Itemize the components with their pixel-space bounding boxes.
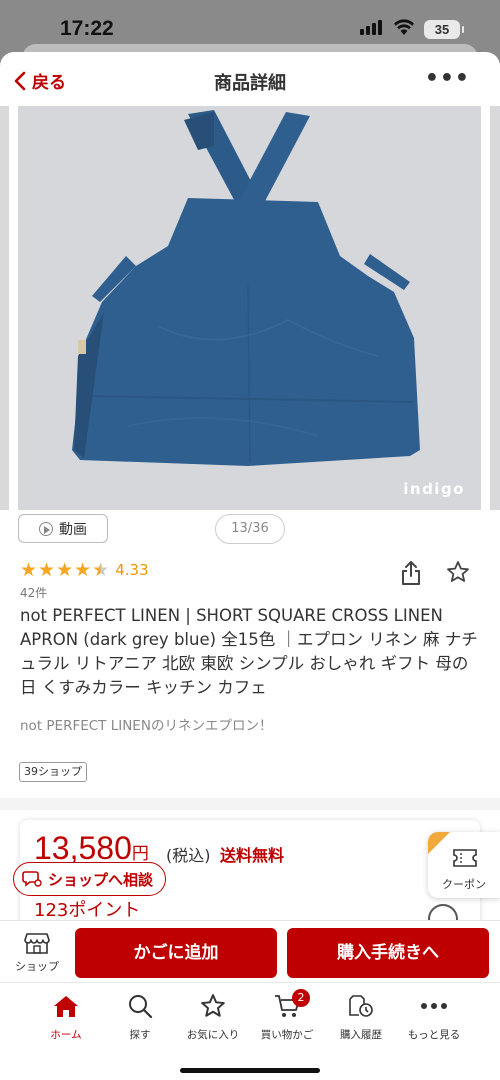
shop-tag-badge: 39ショップ (19, 762, 87, 782)
tab-label: ホーム (50, 1029, 82, 1041)
checkout-button[interactable]: 購入手続きへ (287, 928, 489, 978)
tab-search[interactable]: 探す (105, 991, 175, 1042)
tab-label: もっと見る (407, 1029, 461, 1041)
battery-icon: 35 (424, 20, 464, 39)
history-icon (349, 995, 373, 1017)
tab-favorites[interactable]: お気に入り (178, 991, 248, 1042)
signal-icon (360, 20, 382, 35)
ticket-icon (453, 849, 477, 867)
tab-label: 買い物かご (260, 1029, 314, 1041)
cart-badge: 2 (292, 989, 310, 1007)
coupon-button[interactable]: クーポン (428, 832, 500, 898)
video-label: 動画 (59, 521, 87, 538)
star-icon: ★ (74, 559, 92, 581)
section-divider (0, 798, 500, 810)
wifi-icon (393, 18, 415, 40)
add-to-cart-button[interactable]: かごに追加 (75, 928, 277, 978)
star-icon (201, 994, 225, 1017)
image-watermark: indigo (403, 480, 465, 498)
image-gallery[interactable]: indigo (0, 106, 500, 510)
shop-label: ショップ (15, 960, 59, 973)
rating-score: 4.33 (115, 561, 149, 579)
coupon-label: クーポン (442, 878, 486, 891)
more-menu-button[interactable]: ••• (425, 66, 470, 91)
gallery-prev-peek (0, 106, 9, 510)
gallery-next-peek (490, 106, 500, 510)
apron-illustration (18, 106, 481, 510)
tab-bar: ホーム 探す お気に入り 2 買い物かご 購入履歴 もっと見る (0, 982, 500, 1080)
points-label: 123ポイント (34, 900, 141, 921)
favorite-star-icon[interactable] (446, 560, 470, 588)
shop-icon (24, 933, 50, 954)
home-indicator (180, 1068, 320, 1073)
tax-label: (税込) (166, 846, 211, 865)
image-counter: 13/36 (215, 514, 285, 544)
rating-summary[interactable]: ★ ★ ★ ★ ★ 4.33 (20, 560, 149, 580)
tab-more[interactable]: もっと見る (399, 991, 469, 1042)
tab-home[interactable]: ホーム (31, 991, 101, 1042)
action-bar: ショップ かごに追加 購入手続きへ (0, 920, 500, 982)
tab-label: 探す (129, 1029, 151, 1041)
status-time: 17:22 (60, 17, 114, 40)
shop-button[interactable]: ショップ (12, 931, 62, 974)
share-icon[interactable] (400, 560, 422, 590)
status-bar: 17:22 35 (0, 0, 500, 46)
tab-cart[interactable]: 2 買い物かご (252, 989, 322, 1042)
search-icon (129, 995, 153, 1019)
product-image[interactable]: indigo (18, 106, 481, 510)
chat-icon (22, 871, 42, 887)
tab-history[interactable]: 購入履歴 (326, 991, 396, 1042)
price-yen: 円 (131, 844, 149, 864)
product-sheet: 戻る 商品詳細 ••• indigo 動画 13/36 ★ ★ ★ ★ ★ 4.… (0, 52, 500, 1080)
play-icon (39, 521, 53, 536)
more-icon (421, 1003, 447, 1009)
star-icon: ★ (56, 559, 74, 581)
consult-label: ショップへ相談 (48, 870, 154, 889)
star-half-icon: ★ (92, 559, 110, 581)
nav-bar: 戻る 商品詳細 ••• (0, 52, 500, 108)
coupon-accent (428, 832, 450, 854)
review-count[interactable]: 42件 (20, 584, 47, 601)
consult-shop-button[interactable]: ショップへ相談 (13, 862, 167, 896)
tab-label: 購入履歴 (340, 1029, 382, 1041)
star-icon: ★ (38, 559, 56, 581)
catch-copy: not PERFECT LINENのリネンエプロン！ (20, 718, 273, 734)
star-icon: ★ (20, 559, 38, 581)
video-button[interactable]: 動画 (18, 514, 108, 543)
tab-label: お気に入り (186, 1029, 240, 1041)
home-icon (54, 996, 78, 1017)
price-amount: 13,580 (34, 830, 132, 866)
free-shipping-label: 送料無料 (220, 846, 285, 865)
product-title: not PERFECT LINEN | SHORT SQUARE CROSS L… (20, 606, 478, 697)
